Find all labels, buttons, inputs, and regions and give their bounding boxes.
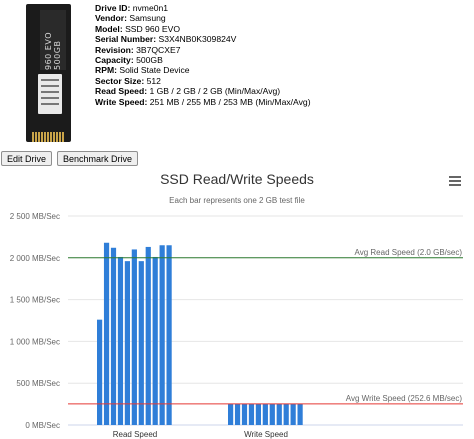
write-speed-bar [297, 403, 303, 425]
read-speed-bar [110, 247, 117, 425]
x-category-label: Write Speed [244, 430, 288, 439]
read-speed-bar [145, 246, 151, 425]
write-speed-bar [241, 403, 248, 425]
write-speed-bar [234, 403, 241, 425]
write-speed-bar [276, 403, 282, 425]
read-speed-bar [103, 242, 110, 425]
x-category-label: Read Speed [113, 430, 157, 439]
write-speed-bar [269, 403, 275, 425]
y-tick-label: 1 500 MB/Sec [10, 296, 60, 305]
read-speed-bar [131, 249, 137, 425]
read-speed-bar [159, 245, 165, 425]
write-speed-bar [262, 404, 268, 425]
avg-read-label: Avg Read Speed (2.0 GB/sec) [355, 248, 463, 257]
read-speed-bar [152, 256, 158, 425]
write-speed-bar [283, 403, 289, 425]
y-tick-label: 1 000 MB/Sec [10, 337, 60, 346]
y-tick-label: 2 000 MB/Sec [10, 254, 60, 263]
read-speed-bar [124, 261, 130, 425]
write-speed-bar [290, 403, 296, 425]
write-speed-bar [255, 403, 261, 425]
read-speed-bar [97, 319, 103, 425]
speed-chart: Avg Read Speed (2.0 GB/sec) Avg Write Spe… [10, 212, 463, 439]
y-tick-label: 500 MB/Sec [16, 379, 60, 388]
write-speed-bar [248, 403, 255, 425]
y-tick-label: 2 500 MB/Sec [10, 212, 60, 221]
read-speed-bar [117, 256, 124, 425]
write-speed-bar [228, 404, 234, 425]
read-speed-bar [138, 261, 144, 425]
read-speed-bar [166, 245, 172, 425]
avg-write-label: Avg Write Speed (252.6 MB/sec) [346, 394, 463, 403]
y-tick-label: 0 MB/Sec [25, 421, 60, 430]
chart-bars [97, 242, 303, 425]
